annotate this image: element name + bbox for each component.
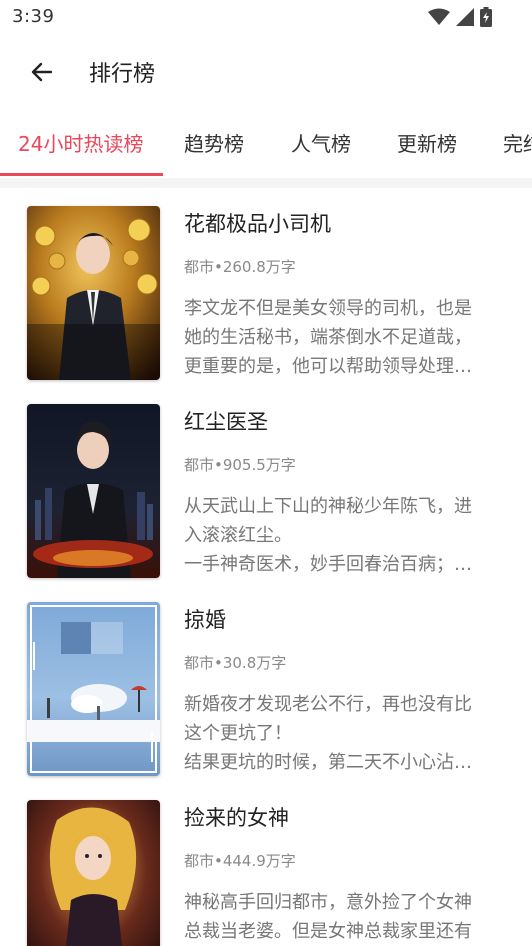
book-list: 花都极品小司机 都市•260.8万字 李文龙不但是美女领导的司机，也是 她的生活… (0, 188, 532, 946)
book-item[interactable]: 红尘医圣 都市•905.5万字 从天武山上下山的神秘少年陈飞，进 入滚滚红尘。 … (0, 386, 532, 584)
book-cover (27, 602, 160, 776)
book-description-line: 李文龙不但是美女领导的司机，也是 (184, 298, 472, 319)
book-item[interactable]: 捡来的女神 都市•444.9万字 神秘高手回归都市，意外捡了个女神 总裁当老婆。… (0, 782, 532, 946)
book-cover (27, 800, 160, 946)
book-description: 李文龙不但是美女领导的司机，也是 她的生活秘书，端茶倒水不足道哉， 更重要的是，… (184, 294, 509, 381)
book-description-line: 她的生活秘书，端茶倒水不足道哉， (184, 327, 472, 348)
book-description-line: 这个更坑了！ (184, 723, 292, 744)
book-item[interactable]: 掠婚 都市•30.8万字 新婚夜才发现老公不行，再也没有比 这个更坑了！ 结果更… (0, 584, 532, 782)
book-title: 掠婚 (184, 608, 226, 632)
book-description-line: 一手神奇医术，妙手回春治百病；… (184, 554, 472, 575)
book-meta: 都市•444.9万字 (184, 852, 296, 870)
book-description: 从天武山上下山的神秘少年陈飞，进 入滚滚红尘。 一手神奇医术，妙手回春治百病；… (184, 492, 509, 579)
tab-trend[interactable]: 趋势榜 (184, 128, 244, 157)
book-meta: 都市•30.8万字 (184, 654, 287, 672)
ranking-tabs: 24小时热读榜 趋势榜 人气榜 更新榜 完结 (0, 116, 532, 178)
status-time: 3:39 (12, 6, 55, 27)
book-description-line: 新婚夜才发现老公不行，再也没有比 (184, 694, 472, 715)
tab-updated[interactable]: 更新榜 (397, 128, 457, 157)
tab-popular[interactable]: 人气榜 (291, 128, 351, 157)
book-description-line: 更重要的是，他可以帮助领导处理… (184, 356, 472, 377)
app-bar: 排行榜 (0, 40, 532, 104)
book-item[interactable]: 花都极品小司机 都市•260.8万字 李文龙不但是美女领导的司机，也是 她的生活… (0, 188, 532, 386)
battery-charging-icon (480, 7, 492, 27)
book-title: 捡来的女神 (184, 806, 289, 830)
status-icons (428, 7, 492, 27)
tab-24h-hot[interactable]: 24小时热读榜 (18, 128, 143, 157)
book-title: 红尘医圣 (184, 410, 268, 434)
book-cover (27, 404, 160, 578)
back-button[interactable] (22, 52, 62, 92)
book-meta: 都市•260.8万字 (184, 258, 296, 276)
book-description-line: 从天武山上下山的神秘少年陈飞，进 (184, 496, 472, 517)
book-meta: 都市•905.5万字 (184, 456, 296, 474)
tab-completed[interactable]: 完结 (503, 128, 532, 157)
book-description: 新婚夜才发现老公不行，再也没有比 这个更坑了！ 结果更坑的时候，第二天不小心沾… (184, 690, 509, 777)
status-bar: 3:39 (0, 0, 532, 36)
divider-band (0, 178, 532, 188)
page-title: 排行榜 (89, 62, 156, 87)
book-description-line: 总裁当老婆。但是女神总裁家里还有 (184, 921, 472, 942)
book-description-line: 神秘高手回归都市，意外捡了个女神 (184, 892, 472, 913)
wifi-icon (428, 8, 450, 25)
book-description-line: 结果更坑的时候，第二天不小心沾… (184, 752, 472, 773)
book-description-line: 入滚滚红尘。 (184, 525, 292, 546)
book-description: 神秘高手回归都市，意外捡了个女神 总裁当老婆。但是女神总裁家里还有 (184, 888, 509, 946)
arrow-left-icon (31, 62, 53, 82)
book-title: 花都极品小司机 (184, 212, 331, 236)
book-cover (27, 206, 160, 380)
cellular-signal-icon (456, 8, 474, 26)
tab-indicator (0, 173, 163, 176)
